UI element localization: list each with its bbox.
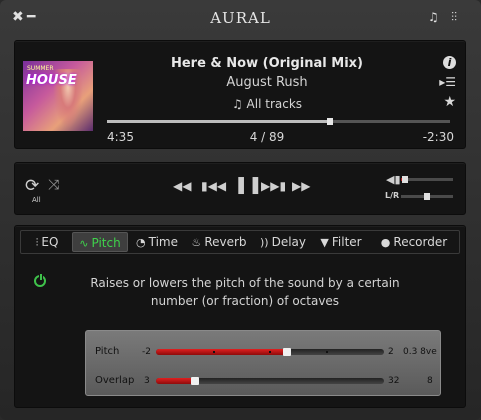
- pitch-wave-icon: ∿: [79, 237, 89, 250]
- tab-filter[interactable]: ▼ Filter: [314, 232, 368, 252]
- seek-handle[interactable]: [326, 118, 333, 125]
- next-track-icon[interactable]: ▶▶▮: [261, 179, 286, 193]
- pitch-max: 2: [388, 347, 394, 357]
- app-title: AURAL: [210, 9, 271, 27]
- tab-pitch[interactable]: ∿ Pitch: [72, 232, 128, 252]
- pitch-label: Pitch: [95, 346, 120, 357]
- overlap-min: 3: [144, 376, 150, 386]
- aural-window: ✖ ━ AURAL ♫ ⫶⫶ SUMMER HOUSE Here & Now (…: [0, 0, 481, 420]
- tab-reverb[interactable]: ♨ Reverb: [189, 232, 249, 252]
- overlap-fill: [156, 378, 195, 384]
- pitch-handle[interactable]: [283, 348, 292, 356]
- overlap-handle[interactable]: [190, 377, 199, 385]
- title-bar: ✖ ━ AURAL ♫ ⫶⫶: [0, 0, 481, 36]
- album-art-subtext: SUMMER: [27, 65, 54, 72]
- pitch-slider[interactable]: [156, 348, 384, 356]
- balance-slider[interactable]: [401, 193, 453, 200]
- repeat-icon[interactable]: ⟳: [25, 176, 39, 196]
- equalizer-icon[interactable]: ⫶⫶: [451, 9, 457, 25]
- seek-backward-icon[interactable]: ◀◀: [173, 179, 191, 193]
- effects-panel: ⫶ EQ ∿ Pitch ◔ Time ♨ Reverb )) Delay ▼ Filter…: [14, 225, 466, 408]
- album-art: SUMMER HOUSE: [23, 61, 93, 131]
- balance-handle[interactable]: [424, 193, 430, 200]
- overlap-value: 8: [427, 376, 433, 386]
- queue-icon[interactable]: ▸☰: [439, 75, 456, 89]
- reverb-icon: ♨: [191, 236, 202, 249]
- seek-bar[interactable]: [107, 118, 450, 125]
- playlist-icon: ♫: [231, 97, 243, 111]
- overlap-label: Overlap: [95, 375, 135, 386]
- tab-delay[interactable]: )) Delay: [257, 232, 309, 252]
- track-position: 4 / 89: [249, 130, 285, 144]
- shuffle-icon[interactable]: ⤨: [48, 177, 59, 193]
- delay-icon: )): [259, 236, 269, 249]
- effect-description: Raises or lowers the pitch of the sound …: [90, 276, 400, 308]
- pitch-value: 0.3 8ve: [403, 347, 437, 357]
- transport-panel: ⟳ All ⤨ ◀◀ ▮◀◀ ❚❚ ▶▶▮ ▶▶ ◀▮ L/R: [14, 162, 466, 215]
- overlap-max: 32: [388, 376, 400, 386]
- volume-icon[interactable]: ◀▮: [386, 173, 401, 186]
- tab-eq[interactable]: ⫶ EQ: [25, 232, 69, 252]
- remaining-time[interactable]: -2:30: [423, 130, 454, 144]
- effects-tab-bar: ⫶ EQ ∿ Pitch ◔ Time ♨ Reverb )) Delay ▼ Filter…: [20, 230, 460, 254]
- tempo-dial-icon: ◔: [136, 236, 146, 249]
- previous-track-icon[interactable]: ▮◀◀: [201, 179, 226, 193]
- playlist-label: All tracks: [246, 97, 303, 111]
- info-icon[interactable]: i: [443, 56, 456, 69]
- volume-slider[interactable]: [401, 176, 453, 183]
- power-toggle-icon[interactable]: [34, 273, 46, 287]
- favorite-star-icon[interactable]: ★: [443, 94, 456, 110]
- seek-forward-icon[interactable]: ▶▶: [292, 179, 310, 193]
- pause-icon[interactable]: ❚❚: [234, 175, 263, 195]
- track-title: Here & Now (Original Mix): [170, 56, 363, 71]
- playlist-name[interactable]: ♫ All tracks: [111, 97, 423, 111]
- tab-recorder[interactable]: ● Recorder: [378, 232, 450, 252]
- overlap-slider[interactable]: [156, 377, 384, 385]
- balance-label: L/R: [385, 191, 400, 200]
- track-artist: August Rush: [226, 75, 308, 90]
- now-playing-panel: SUMMER HOUSE Here & Now (Original Mix) A…: [14, 40, 466, 149]
- pitch-min: -2: [142, 347, 151, 357]
- pitch-settings-box: Pitch -2 2 0.3 8ve Overlap 3 32 8: [85, 330, 441, 396]
- filter-icon: ▼: [320, 236, 329, 249]
- tab-time[interactable]: ◔ Time: [132, 232, 182, 252]
- repeat-mode-label: All: [32, 196, 41, 204]
- microphone-icon: ●: [380, 236, 391, 249]
- equalizer-icon: ⫶: [35, 236, 39, 249]
- volume-handle[interactable]: [402, 176, 409, 183]
- playlist-icon[interactable]: ♫: [428, 9, 439, 25]
- album-art-text: HOUSE: [26, 73, 77, 88]
- seek-fill: [107, 120, 330, 123]
- pitch-fill: [156, 349, 288, 355]
